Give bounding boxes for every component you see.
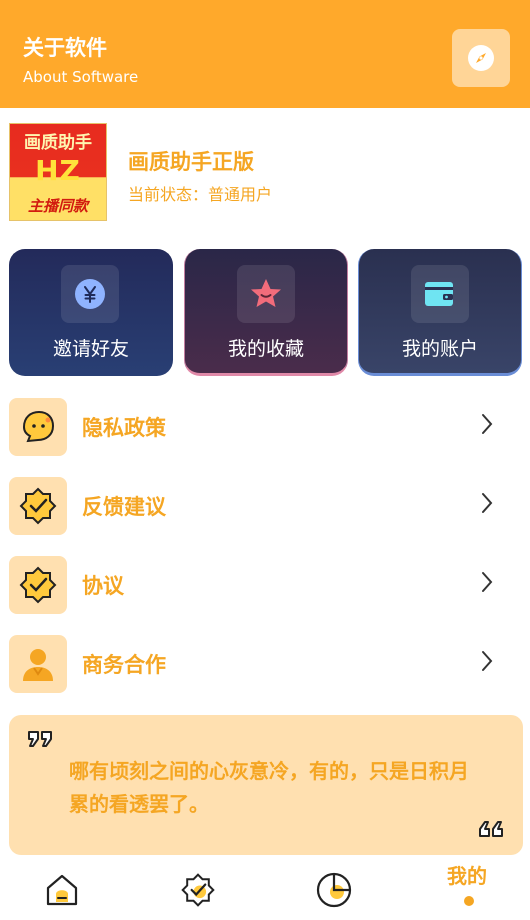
card-label: 我的收藏 <box>227 338 304 360</box>
close-quote-icon <box>479 821 503 837</box>
person-icon <box>23 649 53 681</box>
app-name: 画质助手正版 <box>128 150 254 174</box>
tab-mine[interactable]: 我的 <box>447 860 487 889</box>
account-icon-box <box>411 265 469 323</box>
chevron-right-icon <box>482 493 493 513</box>
active-tab-indicator <box>464 896 474 906</box>
page-subtitle: About Software <box>23 68 139 86</box>
menu-item-business-cooperation[interactable]: 商务合作 <box>9 635 521 695</box>
card-label: 邀请好友 <box>52 338 129 360</box>
tab-stats[interactable] <box>304 865 364 915</box>
quote-text: 哪有顷刻之间的心灰意冷，有的，只是日积月累的看透罢了。 <box>69 759 469 816</box>
wallet-icon <box>425 282 453 306</box>
compass-button[interactable] <box>452 29 510 87</box>
logo-line-2: HZ <box>35 154 81 187</box>
favorites-icon-box <box>237 265 295 323</box>
page-title: 关于软件 <box>23 36 107 60</box>
menu-icon-box <box>9 556 67 614</box>
quote-card: 哪有顷刻之间的心灰意冷，有的，只是日积月累的看透罢了。 <box>9 715 523 855</box>
pie-chart-icon <box>316 872 352 908</box>
menu-label: 协议 <box>82 574 124 598</box>
invite-icon-box <box>61 265 119 323</box>
menu-label: 隐私政策 <box>82 416 166 440</box>
yen-coin-icon <box>75 279 105 309</box>
chevron-right-icon <box>482 651 493 671</box>
menu-label: 商务合作 <box>82 653 166 677</box>
badge-check-icon <box>19 487 57 525</box>
invite-friends-card[interactable]: 邀请好友 <box>9 249 173 376</box>
menu-icon-box <box>9 398 67 456</box>
chevron-right-icon <box>482 414 493 434</box>
menu-icon-box <box>9 477 67 535</box>
menu-item-privacy-policy[interactable]: 隐私政策 <box>9 398 521 458</box>
my-favorites-card[interactable]: 我的收藏 <box>184 249 348 376</box>
tab-home[interactable] <box>32 865 92 915</box>
menu-icon-box <box>9 635 67 693</box>
compass-icon <box>468 45 494 71</box>
menu-label: 反馈建议 <box>82 495 166 519</box>
menu-item-agreement[interactable]: 协议 <box>9 556 521 616</box>
app-logo: 画质助手 HZ 主播同款 <box>9 123 107 221</box>
star-icon <box>251 279 281 307</box>
card-label: 我的账户 <box>401 338 478 360</box>
badge-check-icon <box>181 873 215 907</box>
my-account-card[interactable]: 我的账户 <box>358 249 522 376</box>
chevron-right-icon <box>482 572 493 592</box>
open-quote-icon <box>28 731 52 747</box>
home-icon <box>46 874 78 906</box>
menu-item-feedback[interactable]: 反馈建议 <box>9 477 521 537</box>
tab-tasks[interactable] <box>168 865 228 915</box>
app-header: 关于软件 About Software <box>0 0 530 108</box>
logo-line-1: 画质助手 <box>24 133 92 153</box>
chat-face-icon <box>22 410 55 443</box>
badge-check-icon <box>19 566 57 604</box>
logo-line-3: 主播同款 <box>27 197 88 215</box>
user-status: 当前状态：普通用户 <box>128 185 273 204</box>
